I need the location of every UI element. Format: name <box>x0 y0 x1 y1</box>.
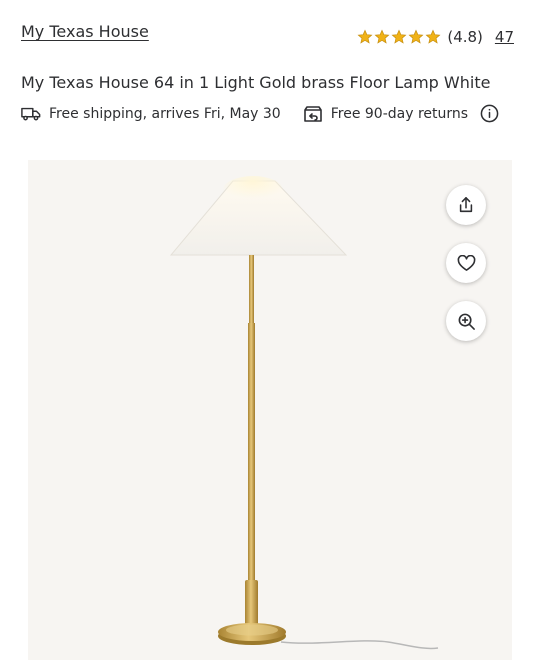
floor-lamp-illustration <box>169 176 439 650</box>
info-icon[interactable] <box>480 104 499 123</box>
review-count-link[interactable]: 47 <box>495 28 514 46</box>
share-icon <box>459 197 473 213</box>
star-rating <box>357 29 441 45</box>
zoom-in-icon <box>458 313 475 330</box>
perks-row: Free shipping, arrives Fri, May 30 Free … <box>21 104 499 123</box>
star-icon <box>391 29 407 44</box>
truck-icon <box>21 107 41 120</box>
shipping-perk: Free shipping, arrives Fri, May 30 <box>21 106 281 122</box>
product-title: My Texas House 64 in 1 Light Gold brass … <box>21 73 491 92</box>
heart-icon <box>457 254 475 271</box>
star-icon <box>374 29 390 44</box>
star-icon <box>357 29 373 44</box>
brand-link[interactable]: My Texas House <box>21 22 149 41</box>
share-button[interactable] <box>446 185 486 225</box>
favorite-button[interactable] <box>446 243 486 283</box>
returns-text: Free 90-day returns <box>330 105 469 122</box>
zoom-button[interactable] <box>446 301 486 341</box>
rating-value: (4.8) <box>447 28 483 46</box>
rating-summary[interactable]: (4.8) 47 <box>357 28 514 46</box>
product-image[interactable] <box>28 160 512 660</box>
returns-box-icon <box>303 105 322 122</box>
shipping-text: Free shipping, arrives Fri, May 30 <box>49 105 281 122</box>
star-icon <box>425 29 441 44</box>
returns-perk: Free 90-day returns <box>303 105 468 123</box>
star-icon <box>408 29 424 44</box>
